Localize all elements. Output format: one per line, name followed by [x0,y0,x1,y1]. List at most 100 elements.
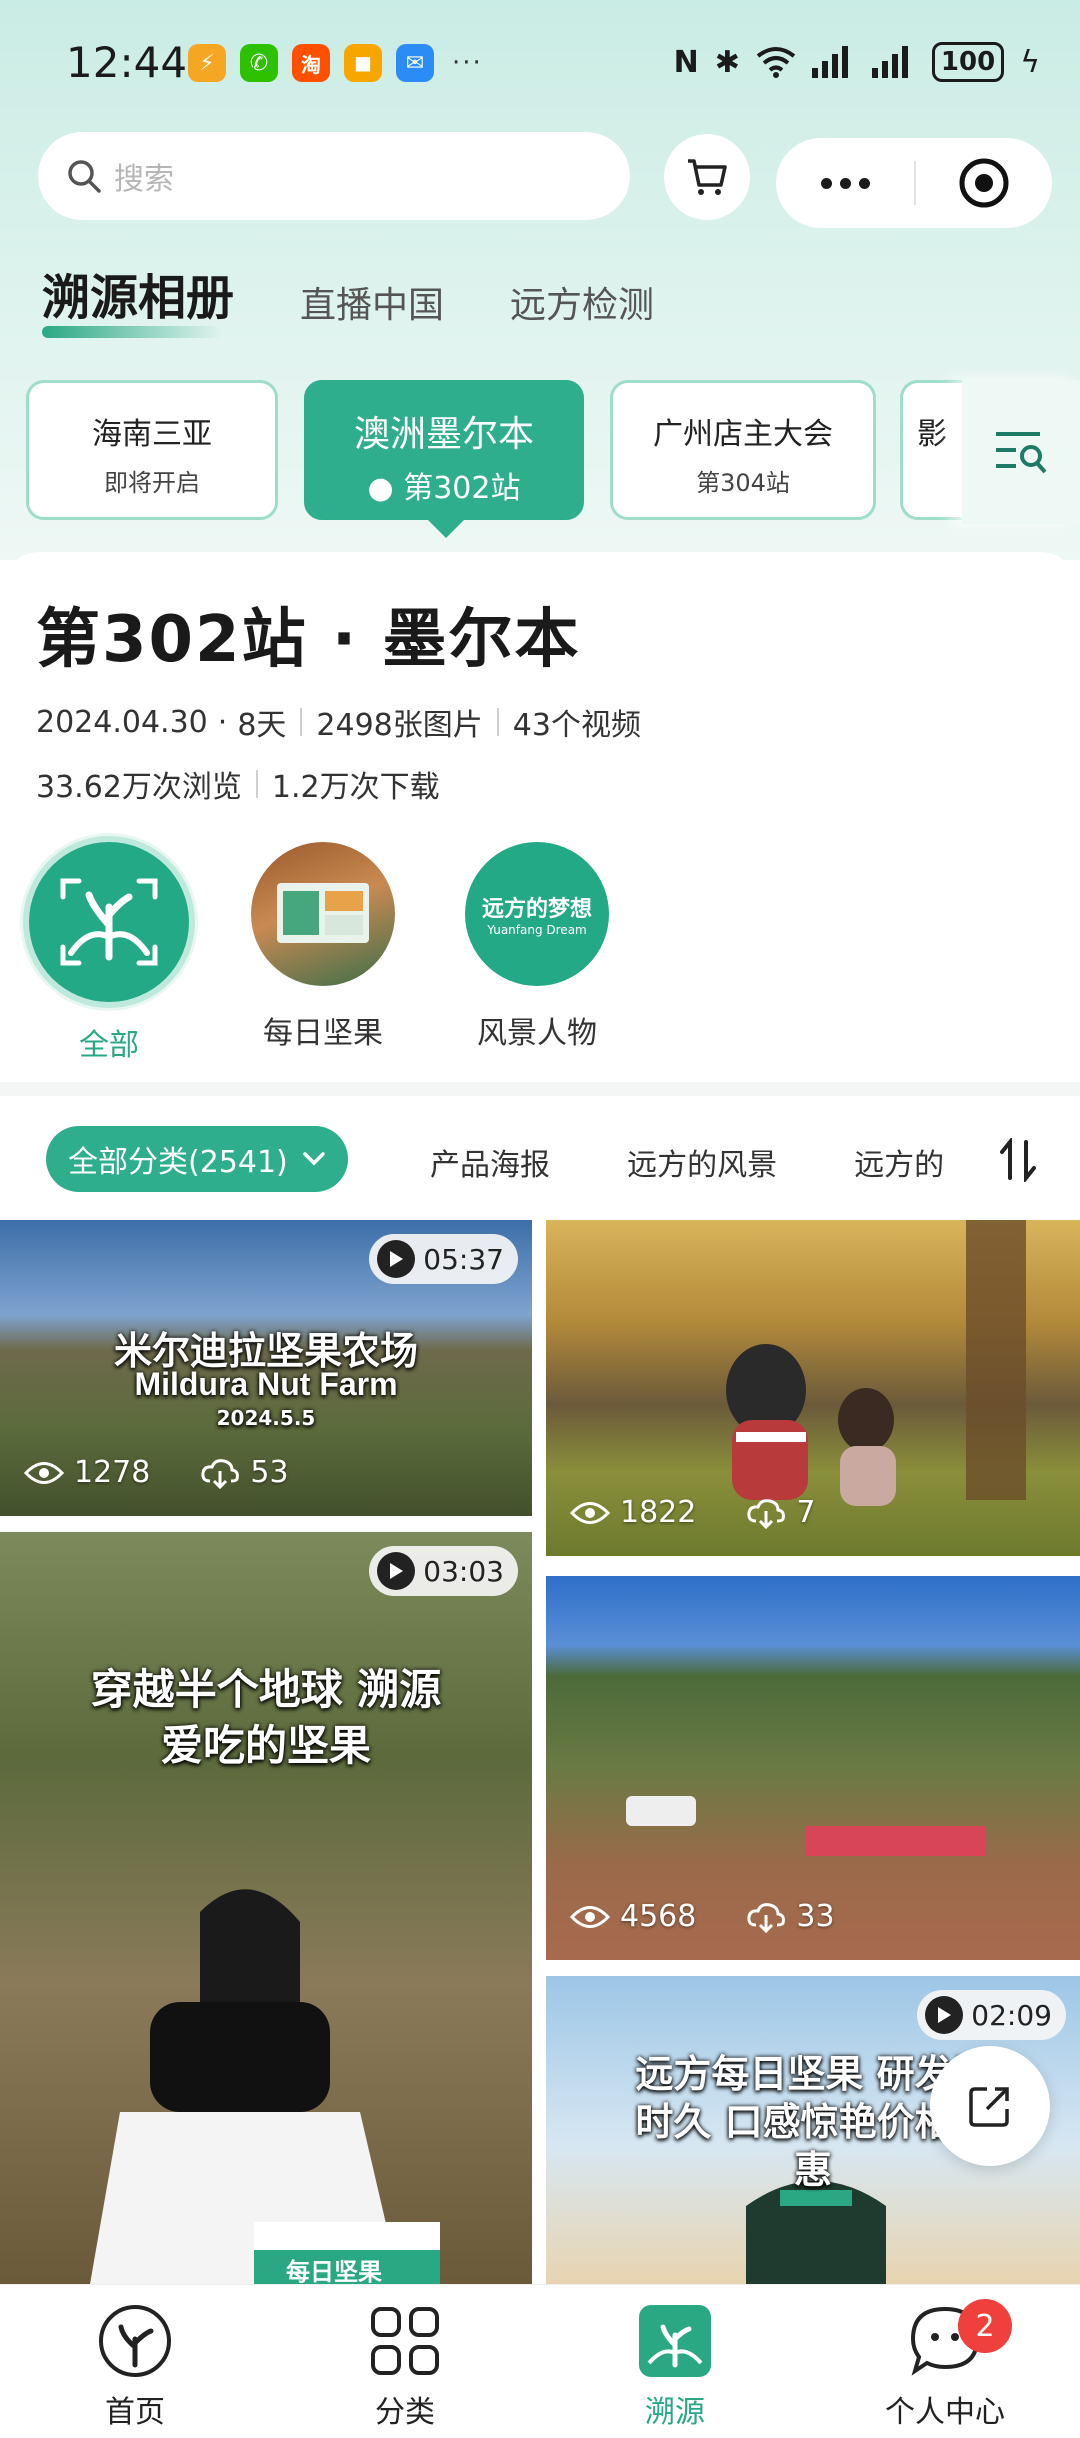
item-stats: 4568 33 [570,1899,835,1934]
station-views: 33.62万次浏览 [36,770,242,805]
close-mini-program-button[interactable] [916,156,1052,210]
station-card-partial[interactable]: 影 [900,380,966,520]
album-label: 全部 [79,1028,139,1063]
category-product-poster[interactable]: 产品海报 [430,1140,550,1184]
station-name: 影 [917,417,947,452]
station-stats: 33.62万次浏览 1.2万次下载 [36,762,440,806]
station-sub: ● 第302站 [307,463,581,507]
bottom-navigation: 首页 分类 溯源 2 个人中心 [0,2284,1080,2438]
top-tabs: 溯源相册 直播中国 远方检测 [42,258,720,338]
video-duration: 02:09 [971,1998,1052,2032]
nfc-icon: N [673,44,699,80]
station-videos: 43个视频 [512,708,641,743]
charging-icon: ϟ [1020,44,1040,80]
home-sprout-icon [99,2305,171,2377]
item-stats: 1822 7 [570,1495,815,1530]
album-list: 全部 每日坚果 远方的梦想 Yuanfang Dream 风景人物 [24,842,666,1064]
station-pointer [428,520,464,538]
gallery-item[interactable]: 4568 33 [546,1576,1080,1960]
play-icon [925,1996,964,2034]
taobao-icon: 淘 [292,44,330,82]
tab-remote-inspection[interactable]: 远方检测 [510,276,654,328]
battery-indicator: 100 [931,42,1005,82]
album-all-cover [29,842,189,1002]
station-card-hainan[interactable]: 海南三亚 即将开启 [26,380,278,520]
station-card-melbourne[interactable]: 澳洲墨尔本 ● 第302站 [304,380,584,520]
view-count: 1822 [620,1495,697,1530]
video-duration: 03:03 [423,1554,504,1588]
app-notification-icon: ◼ [344,44,382,82]
nav-trace[interactable]: 溯源 [540,2285,810,2438]
download-count: 7 [796,1495,816,1530]
category-filter-row: 全部分类(2541) 产品海报 远方的风景 远方的 [0,1096,1080,1220]
location-pin-icon: ● [367,471,404,506]
album-label: 每日坚果 [263,1016,383,1051]
cart-button[interactable] [664,134,750,220]
meta-dot: · [217,704,228,740]
nav-profile[interactable]: 2 个人中心 [810,2285,1080,2438]
nav-category[interactable]: 分类 [270,2285,540,2438]
sort-button[interactable] [998,1136,1038,1186]
album-daily-nuts[interactable]: 每日坚果 [238,842,408,1064]
wifi-icon [756,47,796,78]
chevron-down-icon [303,1152,325,1166]
category-remote-scenery[interactable]: 远方的风景 [627,1140,777,1184]
eye-icon [570,1501,610,1524]
more-options-button[interactable] [776,177,914,189]
download-cloud-icon [201,1458,240,1489]
nav-label: 首页 [105,2395,165,2430]
search-input[interactable]: 搜索 [38,132,630,220]
app-notification-icon: ⚡ [188,44,226,82]
photo-woman-image [90,1889,440,2284]
station-downloads: 1.2万次下载 [271,770,440,805]
category-tabs: 产品海报 远方的风景 远方的 [430,1140,970,1190]
download-count: 53 [250,1455,289,1490]
station-meta: 2024.04.30 · 8天 2498张图片 43个视频 [36,700,641,744]
album-scenery-cover: 远方的梦想 Yuanfang Dream [465,842,609,986]
nav-label: 溯源 [645,2395,705,2430]
product-box-label: 每日坚果 [286,2258,382,2284]
share-icon [969,2087,1009,2127]
notification-icons: ⚡ ✆ 淘 ◼ ✉ ··· [188,44,483,82]
station-list-button[interactable] [962,380,1080,524]
tab-trace-album[interactable]: 溯源相册 [42,258,234,338]
gallery-item[interactable]: 05:37 米尔迪拉坚果农场 Mildura Nut Farm 2024.5.5… [0,1220,532,1516]
station-info-card: 第302站 · 墨尔本 2024.04.30 · 8天 2498张图片 43个视… [0,552,1080,1082]
signal-icon [871,46,908,78]
station-sub: 即将开启 [104,469,200,497]
album-label: 风景人物 [477,1016,597,1051]
sort-icon [1000,1136,1036,1184]
category-remote-more[interactable]: 远方的 [854,1140,944,1184]
view-count: 4568 [620,1899,697,1934]
station-card-guangzhou[interactable]: 广州店主大会 第304站 [610,380,876,520]
bluetooth-icon: ✱ [714,44,740,80]
video-date: 2024.5.5 [216,1406,316,1430]
tab-live-china[interactable]: 直播中国 [300,276,444,328]
meta-divider [496,708,499,736]
view-count: 1278 [74,1455,151,1490]
station-name: 广州店主大会 [653,417,833,452]
share-button[interactable] [930,2046,1050,2166]
station-sub: 第304站 [696,469,790,497]
eye-icon [570,1905,610,1928]
product-box-image [277,883,369,943]
notification-badge: 2 [958,2299,1012,2353]
status-bar: 12:44 ⚡ ✆ 淘 ◼ ✉ ··· N ✱ 100 ϟ [0,0,1080,130]
nav-label: 个人中心 [885,2395,1005,2430]
nav-label: 分类 [375,2395,435,2430]
all-categories-dropdown[interactable]: 全部分类(2541) [46,1126,348,1192]
trace-sprout-icon [639,2305,711,2377]
album-scenery-people[interactable]: 远方的梦想 Yuanfang Dream 风景人物 [452,842,622,1064]
eye-icon [24,1461,64,1484]
album-all[interactable]: 全部 [24,842,194,1064]
station-date: 2024.04.30 [36,704,208,740]
section-divider [0,1082,1080,1096]
nav-home[interactable]: 首页 [0,2285,270,2438]
search-icon [68,160,101,193]
video-duration-badge: 05:37 [369,1234,518,1284]
brand-logo-text: 远方的梦想 [481,897,592,922]
gallery-item[interactable]: 1822 7 [546,1220,1080,1556]
gallery-item[interactable]: 03:03 穿越半个地球 溯源爱吃的坚果 每日坚果 [0,1532,532,2284]
download-cloud-icon [747,1902,786,1933]
photo-gallery: 05:37 米尔迪拉坚果农场 Mildura Nut Farm 2024.5.5… [0,1220,1080,2284]
